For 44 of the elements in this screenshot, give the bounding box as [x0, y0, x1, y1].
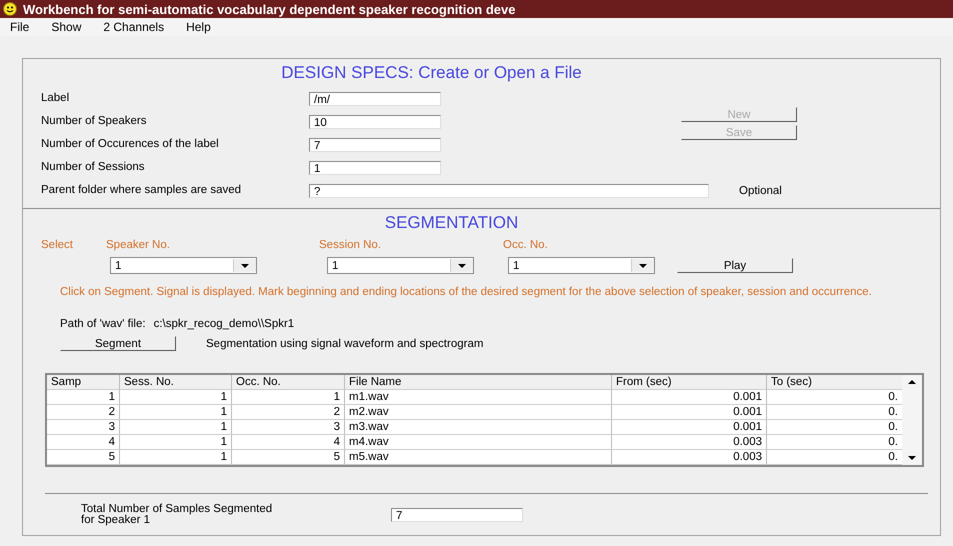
text-field[interactable]: ? — [309, 184, 709, 198]
field-label: Number of Speakers — [41, 116, 148, 127]
scrollbar[interactable] — [902, 375, 922, 465]
section-heading: DESIGN SPECS: Create or Open a File — [280, 63, 583, 83]
section-heading: SEGMENTATION — [384, 213, 520, 233]
menu-item[interactable]: Show — [51, 20, 82, 34]
column-header[interactable]: To (sec) — [767, 375, 903, 389]
text-field[interactable]: 10 — [309, 114, 441, 128]
field-label: Number of Occurences of the label — [41, 139, 220, 150]
instruction-text: Click on Segment. Signal is displayed. Mark beginning and ending locations of the desired segment for the above selection of speaker, session and occurrence. — [59, 285, 873, 298]
selector-label: Speaker No. — [106, 239, 171, 251]
menu-item[interactable]: 2 Channels — [103, 20, 164, 34]
menu-item[interactable]: File — [10, 20, 30, 34]
column-header[interactable]: Sess. No. — [120, 375, 232, 389]
column-header[interactable]: From (sec) — [612, 375, 767, 389]
text-field[interactable]: 7 — [391, 508, 523, 522]
path-value: c:\spkr_recog_demo\\Spkr1 — [154, 318, 294, 330]
caret-icon — [631, 259, 654, 272]
path-label: Path of 'wav' file: — [60, 318, 146, 330]
column-header[interactable]: Samp — [47, 375, 120, 389]
dropdown[interactable]: 1 — [110, 257, 257, 274]
select-label: Select — [41, 239, 74, 251]
text-field[interactable]: 1 — [309, 160, 441, 174]
segment-button[interactable]: Segment — [60, 336, 176, 351]
menu-item[interactable]: Help — [186, 20, 211, 34]
selector-label: Session No. — [319, 239, 382, 251]
play-button[interactable]: Play — [677, 258, 793, 273]
window-title: Workbench for semi-automatic vocabulary dependent speaker recognition deve — [23, 2, 516, 16]
dropdown[interactable]: 1 — [508, 257, 655, 274]
text-field[interactable]: /m/ — [309, 92, 441, 106]
optional-note: Optional — [738, 184, 783, 196]
column-header[interactable]: File Name — [345, 375, 612, 389]
dropdown[interactable]: 1 — [327, 257, 474, 274]
column-header[interactable]: Occ. No. — [232, 375, 345, 389]
caret-icon — [233, 259, 256, 272]
segment-description: Segmentation using signal waveform and spectrogram — [206, 338, 484, 350]
selector-label: Occ. No. — [503, 239, 549, 251]
caret-icon — [450, 259, 473, 272]
total-label: Total Number of Samples Segmented for Speaker 1 — [81, 504, 274, 526]
text-field[interactable]: 7 — [309, 138, 441, 152]
field-label: Parent folder where samples are saved — [41, 185, 242, 196]
field-label: Label — [41, 93, 70, 104]
smiley-icon — [3, 2, 17, 16]
field-label: Number of Sessions — [41, 162, 146, 173]
